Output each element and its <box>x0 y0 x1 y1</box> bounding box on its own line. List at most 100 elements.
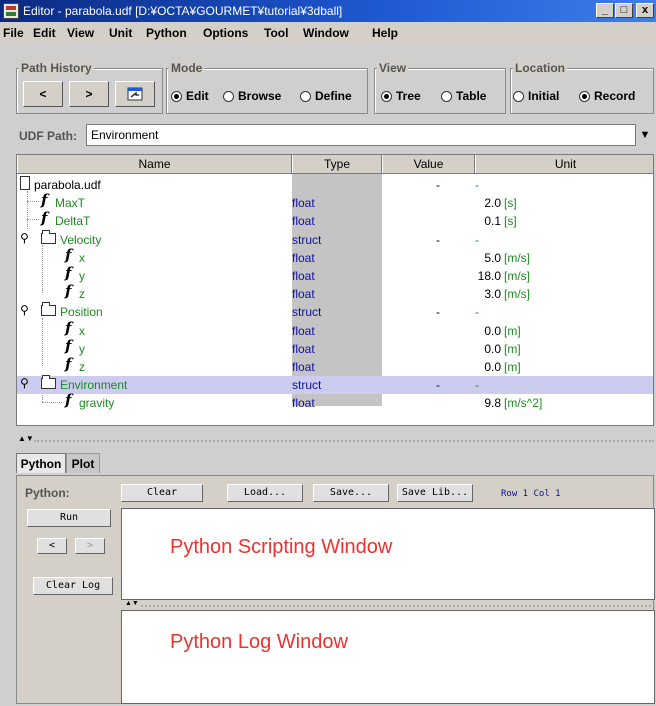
row-value[interactable]: 3.0 <box>411 287 501 301</box>
udf-path-label: UDF Path: <box>19 129 77 143</box>
table-row[interactable]: f x float 0.0 [m] <box>17 318 653 340</box>
folder-icon <box>41 375 56 390</box>
row-value[interactable]: - <box>423 233 453 247</box>
row-name: gravity <box>79 396 115 411</box>
column-header-type[interactable]: Type <box>292 155 382 173</box>
radio-selected-icon <box>579 91 590 102</box>
table-row[interactable]: f y float 18.0 [m/s] <box>17 264 653 285</box>
jump-icon <box>127 87 143 101</box>
location-initial-radio[interactable]: Initial <box>513 89 559 103</box>
chevron-down-icon[interactable]: ▼ <box>636 124 654 146</box>
mode-legend: Mode <box>169 61 205 75</box>
run-button[interactable]: Run <box>27 509 111 527</box>
table-row[interactable]: f DeltaT float 0.1 [s] <box>17 209 653 230</box>
view-group: View Tree Table <box>374 61 506 114</box>
menu-unit[interactable]: Unit <box>109 26 132 40</box>
python-script-editor[interactable]: Python Scripting Window <box>121 508 655 600</box>
table-row[interactable]: f MaxT float 2.0 [s] <box>17 191 653 212</box>
mode-group: Mode Edit Browse Define <box>166 61 368 114</box>
cursor-position: Row 1 Col 1 <box>501 489 561 499</box>
row-value[interactable]: 0.0 <box>411 360 501 374</box>
radio-selected-icon <box>171 91 182 102</box>
row-value[interactable]: 0.1 <box>411 214 501 228</box>
maximize-button[interactable]: □ <box>615 3 633 18</box>
main-splitter[interactable]: ▲▼ <box>0 434 656 445</box>
history-prev-button[interactable]: < <box>37 538 67 554</box>
row-value[interactable]: - <box>423 305 453 319</box>
load-button[interactable]: Load... <box>227 484 303 502</box>
udf-path-combobox[interactable]: Environment <box>86 124 636 146</box>
view-legend: View <box>377 61 409 75</box>
jump-button[interactable] <box>115 81 155 107</box>
function-icon: f <box>65 336 72 355</box>
table-row[interactable]: f y float 0.0 [m] <box>17 336 653 358</box>
row-value[interactable]: 9.8 <box>411 396 501 410</box>
mode-define-radio[interactable]: Define <box>300 89 352 103</box>
table-row[interactable]: ⚲ Velocity struct - - <box>17 229 653 249</box>
clear-button[interactable]: Clear <box>121 484 203 502</box>
function-icon: f <box>65 318 72 337</box>
expand-toggle-icon[interactable]: ⚲ <box>20 231 29 245</box>
table-row[interactable]: f gravity float 9.8 [m/s^2] <box>17 391 653 412</box>
row-value[interactable]: 5.0 <box>411 251 501 265</box>
menu-view[interactable]: View <box>67 26 94 40</box>
row-value[interactable]: - <box>423 378 453 392</box>
row-name: y <box>79 341 85 356</box>
row-name: Position <box>60 305 103 320</box>
view-table-radio[interactable]: Table <box>441 89 486 103</box>
save-button[interactable]: Save... <box>313 484 389 502</box>
expand-toggle-icon[interactable]: ⚲ <box>20 376 29 390</box>
column-header-unit[interactable]: Unit <box>475 155 655 173</box>
row-type: float <box>292 396 315 411</box>
menu-file[interactable]: File <box>3 26 24 40</box>
column-header-name[interactable]: Name <box>17 155 292 173</box>
row-unit: [m] <box>504 341 521 356</box>
python-log-window[interactable]: Python Log Window <box>121 610 655 704</box>
menu-window[interactable]: Window <box>303 26 349 40</box>
table-row[interactable]: f x float 5.0 [m/s] <box>17 246 653 267</box>
location-record-radio[interactable]: Record <box>579 89 635 103</box>
table-row[interactable]: ⚲ Position struct - - <box>17 302 653 321</box>
close-button[interactable]: x <box>636 3 654 18</box>
menu-edit[interactable]: Edit <box>33 26 56 40</box>
row-value[interactable]: 2.0 <box>411 196 501 210</box>
python-panel: Python: Clear Load... Save... Save Lib..… <box>16 475 655 704</box>
table-row[interactable]: parabola.udf - - <box>17 176 653 194</box>
folder-icon <box>41 302 56 317</box>
view-tree-radio[interactable]: Tree <box>381 89 421 103</box>
clear-log-button[interactable]: Clear Log <box>33 577 113 595</box>
column-header-value[interactable]: Value <box>382 155 475 173</box>
row-value[interactable]: 18.0 <box>411 269 501 283</box>
menu-options[interactable]: Options <box>203 26 248 40</box>
menu-bar: File Edit View Unit Python Options Tool … <box>0 22 656 44</box>
tab-python[interactable]: Python <box>16 453 66 473</box>
menu-help[interactable]: Help <box>372 26 398 40</box>
row-value[interactable]: - <box>423 178 453 192</box>
splitter-arrows-icon[interactable]: ▲▼ <box>125 600 139 607</box>
history-next-button[interactable]: > <box>75 538 105 554</box>
function-icon: f <box>41 191 48 210</box>
forward-button[interactable]: > <box>69 81 109 107</box>
save-lib-button[interactable]: Save Lib... <box>397 484 473 502</box>
table-row[interactable]: f z float 0.0 [m] <box>17 355 653 376</box>
expand-toggle-icon[interactable]: ⚲ <box>20 303 29 317</box>
path-history-group: Path History < > <box>16 61 163 114</box>
python-splitter[interactable]: ▲▼ <box>121 600 655 609</box>
tab-plot[interactable]: Plot <box>66 453 100 473</box>
row-value[interactable]: 0.0 <box>411 324 501 338</box>
mode-edit-radio[interactable]: Edit <box>171 89 209 103</box>
splitter-grip <box>141 605 655 607</box>
menu-tool[interactable]: Tool <box>264 26 288 40</box>
row-name: parabola.udf <box>34 178 101 192</box>
menu-python[interactable]: Python <box>146 26 187 40</box>
splitter-arrows-icon[interactable]: ▲▼ <box>18 434 34 443</box>
back-button[interactable]: < <box>23 81 63 107</box>
row-name: MaxT <box>55 196 85 211</box>
minimize-button[interactable]: _ <box>596 3 614 18</box>
table-row[interactable]: ⚲ Environment struct - - <box>17 375 653 395</box>
view-table-label: Table <box>456 89 487 103</box>
row-value[interactable]: 0.0 <box>411 342 501 356</box>
table-row[interactable]: f z float 3.0 [m/s] <box>17 282 653 303</box>
row-unit: - <box>475 378 479 393</box>
mode-browse-radio[interactable]: Browse <box>223 89 281 103</box>
